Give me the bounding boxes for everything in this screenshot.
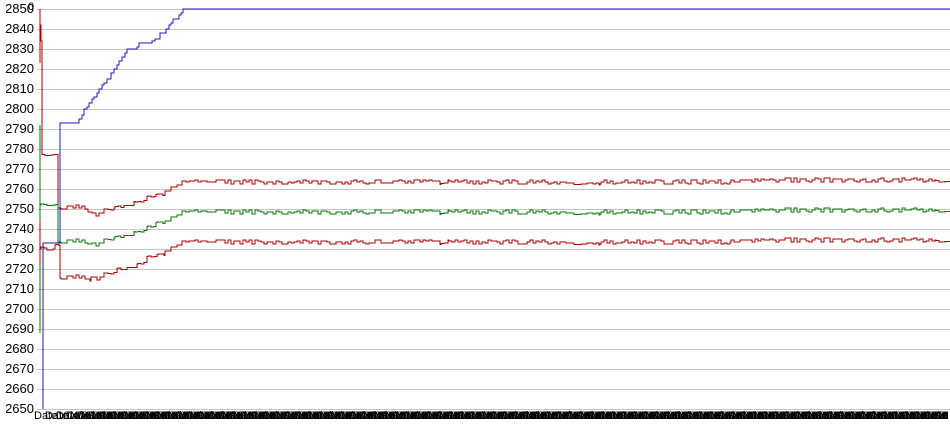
y-tick-label: 2760 [5, 181, 34, 196]
y-tick-label: 2750 [5, 201, 34, 216]
y-tick-label: 2830 [5, 41, 34, 56]
x-axis-label-band: Date10/4/69 9:3 Date10/4/69 9:3 Date10/4/6… [0, 409, 948, 425]
chart-canvas [37, 8, 950, 410]
series-upper-band [39, 9, 950, 217]
y-tick-label: 2670 [5, 361, 34, 376]
x-tick-label: Date10/4/69 9:3 [934, 410, 948, 422]
y-tick-label: 2660 [5, 381, 34, 396]
y-tick-label: 2820 [5, 61, 34, 76]
y-tick-label: 2840 [5, 21, 34, 36]
y-tick-label: 2740 [5, 221, 34, 236]
y-tick-label: 2710 [5, 281, 34, 296]
x-axis-origin-label: 0 [28, 1, 35, 13]
y-tick-label: 2800 [5, 101, 34, 116]
y-tick-label: 2780 [5, 141, 34, 156]
y-tick-label: 2810 [5, 81, 34, 96]
y-tick-label: 2730 [5, 241, 34, 256]
y-tick-label: 2680 [5, 341, 34, 356]
y-tick-label: 2700 [5, 301, 34, 316]
chart: 2850 2840 2830 2820 2810 2800 2790 2780 2770 2760… [0, 0, 950, 435]
y-tick-label: 2720 [5, 261, 34, 276]
y-tick-label: 2790 [5, 121, 34, 136]
y-tick-label: 2770 [5, 161, 34, 176]
y-tick-label: 2690 [5, 321, 34, 336]
